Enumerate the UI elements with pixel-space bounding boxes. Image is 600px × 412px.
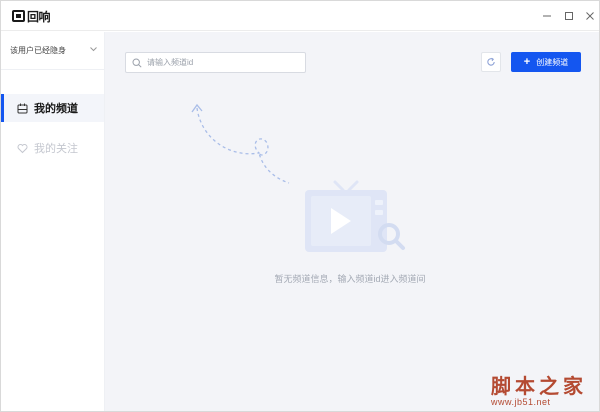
watermark-url: www.jb51.net bbox=[491, 397, 551, 407]
main-content: + 创建频道 暂无频道信息，输入频道id进入频道间 bbox=[105, 32, 599, 411]
title-bar[interactable]: 回响 bbox=[1, 1, 599, 31]
create-channel-button[interactable]: + 创建频道 bbox=[511, 52, 581, 72]
search-input[interactable] bbox=[147, 58, 297, 67]
sidebar-item-label: 我的关注 bbox=[34, 143, 78, 155]
maximize-button[interactable] bbox=[560, 7, 578, 25]
app-name: 回响 bbox=[27, 9, 51, 24]
minimize-button[interactable] bbox=[538, 7, 556, 25]
create-channel-label: 创建频道 bbox=[536, 57, 569, 67]
close-button[interactable] bbox=[581, 7, 599, 25]
dashed-arrow-illustration bbox=[191, 103, 290, 184]
app-logo: 回响 bbox=[12, 8, 51, 24]
sidebar-item-my-channels[interactable]: 我的频道 bbox=[1, 94, 104, 122]
plus-icon: + bbox=[523, 55, 531, 68]
sidebar-item-my-follows[interactable]: 我的关注 bbox=[1, 134, 104, 162]
empty-tv-illustration bbox=[305, 180, 405, 252]
refresh-button[interactable] bbox=[481, 52, 501, 72]
minimize-icon bbox=[543, 15, 551, 17]
empty-state-text: 暂无频道信息，输入频道id进入频道间 bbox=[274, 274, 426, 284]
watermark-text: 脚本之家 bbox=[491, 374, 587, 398]
user-selector[interactable]: 该用户已经隐身 bbox=[1, 32, 104, 70]
refresh-icon bbox=[487, 57, 495, 66]
sidebar: 该用户已经隐身 我的频道 我的关注 bbox=[1, 32, 105, 411]
sidebar-item-label: 我的频道 bbox=[34, 103, 78, 115]
user-label: 该用户已经隐身 bbox=[10, 46, 66, 55]
chevron-down-icon bbox=[90, 47, 97, 52]
watermark: 脚本之家 www.jb51.net bbox=[491, 370, 599, 411]
calendar-icon bbox=[17, 103, 28, 113]
search-box[interactable] bbox=[125, 52, 306, 73]
app-logo-icon bbox=[12, 10, 25, 22]
app-window: 回响 该用户已经隐身 我的频道 我的关注 请输入频道id + 创建频道 暂无频道… bbox=[0, 0, 600, 412]
close-icon bbox=[586, 12, 594, 20]
heart-icon bbox=[17, 143, 28, 153]
maximize-icon bbox=[565, 12, 573, 20]
search-icon bbox=[132, 57, 142, 68]
